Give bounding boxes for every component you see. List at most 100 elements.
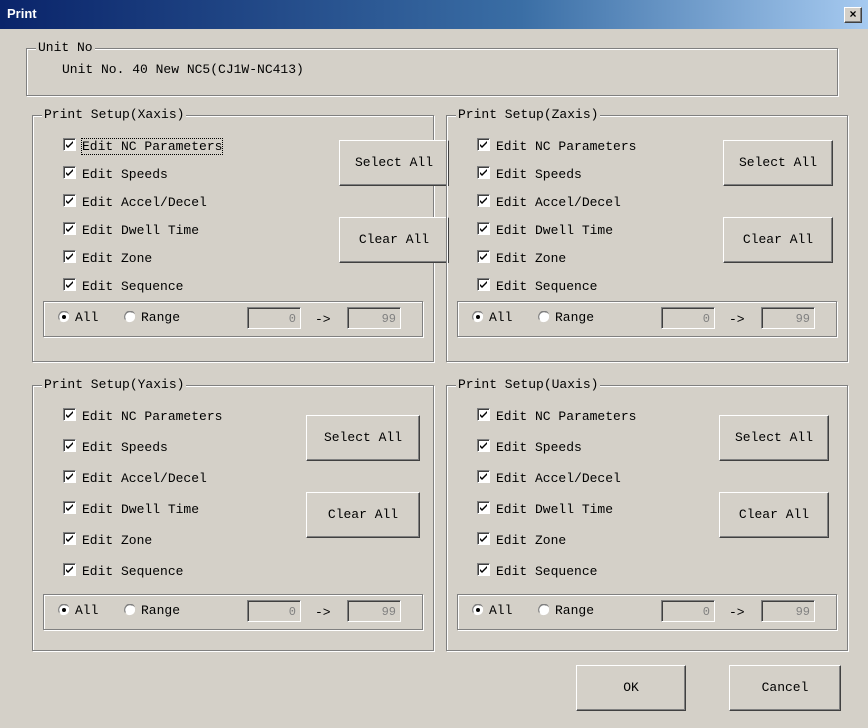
checkbox-box[interactable] xyxy=(477,278,490,291)
range-to-field[interactable]: 99 xyxy=(761,600,815,622)
checkbox-edit-speeds[interactable]: Edit Speeds xyxy=(63,166,168,184)
checkbox-box[interactable] xyxy=(477,138,490,151)
radio-range-label: Range xyxy=(555,603,595,618)
checkbox-box[interactable] xyxy=(63,278,76,291)
radio-range[interactable]: Range xyxy=(124,310,180,326)
checkbox-edit-nc-parameters[interactable]: Edit NC Parameters xyxy=(63,138,224,156)
checkbox-edit-zone[interactable]: Edit Zone xyxy=(477,250,566,268)
checkbox-box[interactable] xyxy=(63,501,76,514)
ok-button[interactable]: OK xyxy=(576,665,686,711)
checkbox-box[interactable] xyxy=(477,250,490,263)
radio-range[interactable]: Range xyxy=(538,603,594,619)
checkbox-edit-nc-parameters[interactable]: Edit NC Parameters xyxy=(477,408,636,426)
radio-all[interactable]: All xyxy=(58,310,98,326)
range-from-field[interactable]: 0 xyxy=(661,600,715,622)
checkbox-edit-dwell-time[interactable]: Edit Dwell Time xyxy=(477,501,613,519)
checkbox-label: Edit Dwell Time xyxy=(82,223,200,238)
select-all-button[interactable]: Select All xyxy=(306,415,420,461)
checkbox-edit-accel-decel[interactable]: Edit Accel/Decel xyxy=(477,194,621,212)
radio-circle-icon[interactable] xyxy=(58,603,70,616)
unit-no-group: Unit No Unit No. 40 New NC5(CJ1W-NC413) xyxy=(26,40,838,96)
checkbox-box[interactable] xyxy=(63,408,76,421)
radio-all[interactable]: All xyxy=(472,603,512,619)
checkbox-edit-dwell-time[interactable]: Edit Dwell Time xyxy=(63,501,199,519)
checkbox-edit-nc-parameters[interactable]: Edit NC Parameters xyxy=(63,408,222,426)
checkbox-box[interactable] xyxy=(63,138,76,151)
checkbox-edit-accel-decel[interactable]: Edit Accel/Decel xyxy=(477,470,621,488)
checkbox-box[interactable] xyxy=(477,501,490,514)
checkbox-box[interactable] xyxy=(477,439,490,452)
checkbox-edit-zone[interactable]: Edit Zone xyxy=(477,532,566,550)
print-setup-group-0: Print Setup(Xaxis) Edit NC Parameters Edit… xyxy=(32,107,449,362)
clear-all-button[interactable]: Clear All xyxy=(723,217,833,263)
checkbox-box[interactable] xyxy=(477,222,490,235)
clear-all-button[interactable]: Clear All xyxy=(306,492,420,538)
radio-range[interactable]: Range xyxy=(538,310,594,326)
checkbox-box[interactable] xyxy=(477,408,490,421)
checkbox-edit-dwell-time[interactable]: Edit Dwell Time xyxy=(477,222,613,240)
checkbox-edit-zone[interactable]: Edit Zone xyxy=(63,532,152,550)
range-from-field[interactable]: 0 xyxy=(247,307,301,329)
checkbox-edit-sequence[interactable]: Edit Sequence xyxy=(63,278,183,296)
radio-circle-icon[interactable] xyxy=(472,310,484,323)
checkbox-label: Edit Zone xyxy=(496,533,567,548)
checkbox-label: Edit Speeds xyxy=(496,440,582,455)
checkbox-edit-speeds[interactable]: Edit Speeds xyxy=(477,439,582,457)
checkbox-box[interactable] xyxy=(63,222,76,235)
checkbox-edit-sequence[interactable]: Edit Sequence xyxy=(63,563,183,581)
radio-circle-icon[interactable] xyxy=(124,310,136,323)
radio-circle-icon[interactable] xyxy=(472,603,484,616)
radio-circle-icon[interactable] xyxy=(538,310,550,323)
range-from-field[interactable]: 0 xyxy=(661,307,715,329)
checkbox-box[interactable] xyxy=(63,250,76,263)
checkbox-box[interactable] xyxy=(63,439,76,452)
radio-all[interactable]: All xyxy=(472,310,512,326)
radio-circle-icon[interactable] xyxy=(538,603,550,616)
checkbox-box[interactable] xyxy=(477,166,490,179)
cancel-button[interactable]: Cancel xyxy=(729,665,841,711)
checkbox-box[interactable] xyxy=(477,194,490,207)
checkbox-edit-zone[interactable]: Edit Zone xyxy=(63,250,152,268)
select-all-button-label: Select All xyxy=(738,155,817,170)
checkbox-edit-speeds[interactable]: Edit Speeds xyxy=(477,166,582,184)
select-all-button[interactable]: Select All xyxy=(339,140,449,186)
checkbox-edit-accel-decel[interactable]: Edit Accel/Decel xyxy=(63,470,207,488)
checkbox-label: Edit Speeds xyxy=(82,440,168,455)
close-button[interactable]: × xyxy=(844,7,862,23)
checkbox-box[interactable] xyxy=(477,470,490,483)
radio-all[interactable]: All xyxy=(58,603,98,619)
checkbox-box[interactable] xyxy=(63,532,76,545)
select-all-button[interactable]: Select All xyxy=(723,140,833,186)
clear-all-button[interactable]: Clear All xyxy=(339,217,449,263)
checkbox-edit-accel-decel[interactable]: Edit Accel/Decel xyxy=(63,194,207,212)
range-frame: All Range 0 -> 99 xyxy=(43,301,423,337)
unit-no-value: Unit No. 40 New NC5(CJ1W-NC413) xyxy=(62,62,304,77)
range-arrow: -> xyxy=(729,312,745,327)
range-from-field[interactable]: 0 xyxy=(247,600,301,622)
radio-circle-icon[interactable] xyxy=(58,310,70,323)
checkbox-label: Edit Zone xyxy=(82,533,153,548)
radio-range[interactable]: Range xyxy=(124,603,180,619)
checkbox-edit-sequence[interactable]: Edit Sequence xyxy=(477,563,597,581)
range-to-field[interactable]: 99 xyxy=(761,307,815,329)
checkbox-box[interactable] xyxy=(63,194,76,207)
checkbox-edit-nc-parameters[interactable]: Edit NC Parameters xyxy=(477,138,636,156)
range-to-field[interactable]: 99 xyxy=(347,307,401,329)
radio-range-label: Range xyxy=(555,310,595,325)
checkbox-box[interactable] xyxy=(63,470,76,483)
select-all-button[interactable]: Select All xyxy=(719,415,829,461)
checkbox-box[interactable] xyxy=(477,532,490,545)
checkbox-edit-dwell-time[interactable]: Edit Dwell Time xyxy=(63,222,199,240)
clear-all-button[interactable]: Clear All xyxy=(719,492,829,538)
checkbox-label: Edit NC Parameters xyxy=(80,138,224,155)
checkbox-box[interactable] xyxy=(63,166,76,179)
range-to-field[interactable]: 99 xyxy=(347,600,401,622)
checkbox-label: Edit Accel/Decel xyxy=(496,471,621,486)
checkbox-box[interactable] xyxy=(63,563,76,576)
checkbox-label: Edit Accel/Decel xyxy=(82,471,207,486)
checkbox-box[interactable] xyxy=(477,563,490,576)
checkbox-label: Edit Sequence xyxy=(82,564,184,579)
checkbox-edit-sequence[interactable]: Edit Sequence xyxy=(477,278,597,296)
checkbox-edit-speeds[interactable]: Edit Speeds xyxy=(63,439,168,457)
radio-circle-icon[interactable] xyxy=(124,603,136,616)
